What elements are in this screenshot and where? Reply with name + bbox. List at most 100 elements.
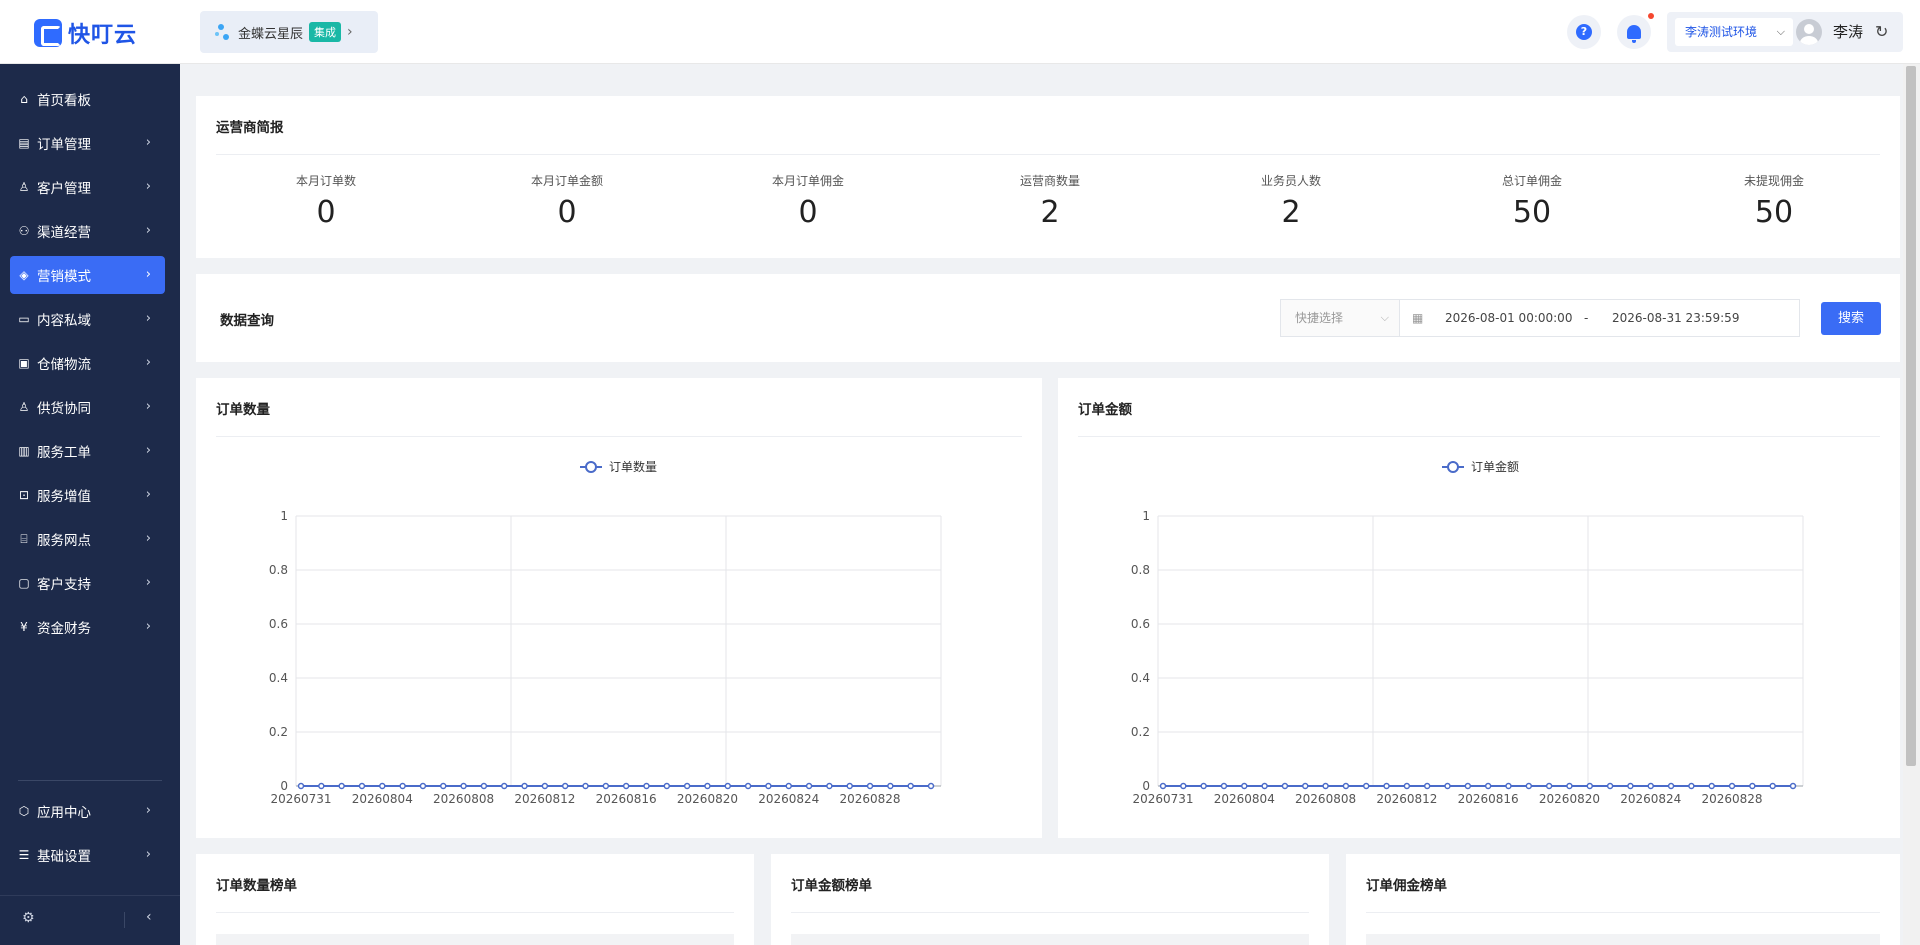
- data-point: [419, 782, 427, 790]
- sidebar-item-finance[interactable]: ¥ 资金财务 ›: [10, 608, 165, 646]
- divider: [1078, 436, 1880, 437]
- legend-label: 订单数量: [609, 459, 657, 474]
- data-point: [1302, 782, 1309, 790]
- chevron-down-icon: ⌵: [1380, 311, 1389, 324]
- document-icon: ▤: [18, 136, 30, 150]
- sidebar-item-content[interactable]: ▭ 内容私域 ›: [10, 300, 165, 338]
- data-point: [846, 782, 853, 790]
- notification-button[interactable]: [1617, 15, 1651, 49]
- data-point: [582, 782, 589, 790]
- data-point: [521, 782, 528, 790]
- date-range-picker[interactable]: ▦ 2026-08-01 00:00:00 - 2026-08-31 23:59…: [1400, 299, 1800, 337]
- data-point: [1566, 782, 1573, 790]
- sidebar-item-orders[interactable]: ▤ 订单管理 ›: [10, 124, 165, 162]
- sidebar-item-label: 营销模式: [37, 269, 91, 285]
- page-scrollbar-thumb[interactable]: [1906, 66, 1916, 766]
- chevron-right-icon: ›: [145, 267, 151, 282]
- x-tick-label: 20260808: [433, 792, 494, 806]
- sidebar-item-support[interactable]: ▢ 客户支持 ›: [10, 564, 165, 602]
- sidebar-item-warehouse[interactable]: ▣ 仓储物流 ›: [10, 344, 165, 382]
- search-button[interactable]: 搜索: [1821, 302, 1881, 335]
- data-point: [1281, 782, 1289, 790]
- logo-icon: [34, 19, 62, 47]
- channel-icon: ⚇: [18, 224, 30, 238]
- sidebar-item-label: 客户管理: [37, 181, 91, 197]
- chevron-right-icon: ›: [145, 399, 151, 414]
- data-point: [805, 782, 813, 790]
- stat-unwithdrawn-commission: 未提现佣金 50: [1694, 172, 1854, 230]
- sidebar-item-label: 服务增值: [37, 489, 91, 505]
- x-tick-label: 20260824: [1620, 792, 1681, 806]
- sidebar-item-app-center[interactable]: ⬡ 应用中心 ›: [10, 792, 165, 830]
- data-point: [927, 782, 935, 790]
- avatar[interactable]: [1796, 19, 1822, 45]
- stat-value: 0: [557, 195, 577, 230]
- end-date[interactable]: 2026-08-31 23:59:59: [1612, 300, 1739, 336]
- data-point: [1749, 782, 1756, 790]
- data-point: [1484, 782, 1492, 790]
- environment-select[interactable]: 李涛测试环境 ⌵: [1675, 18, 1793, 46]
- refresh-icon[interactable]: ↻: [1875, 12, 1888, 52]
- y-tick-label: 1: [280, 509, 288, 523]
- y-tick-label: 1: [1142, 509, 1150, 523]
- user-name[interactable]: 李涛: [1833, 12, 1863, 52]
- collapse-sidebar-icon[interactable]: ‹: [146, 909, 152, 925]
- x-tick-label: 20260820: [677, 792, 738, 806]
- app-logo[interactable]: 快叮云: [34, 17, 137, 49]
- support-icon: ▢: [18, 576, 30, 590]
- quick-select-dropdown[interactable]: 快捷选择 ⌵: [1280, 299, 1400, 337]
- chevron-right-icon: ›: [145, 223, 151, 238]
- order-count-ranking-card: 订单数量榜单: [196, 854, 754, 945]
- data-point: [1728, 782, 1736, 790]
- ranking-placeholder: [216, 934, 734, 945]
- sidebar-item-label: 服务网点: [37, 533, 91, 549]
- chevron-right-icon: ›: [145, 179, 151, 194]
- sidebar-item-label: 基础设置: [37, 849, 91, 865]
- sidebar-item-channels[interactable]: ⚇ 渠道经营 ›: [10, 212, 165, 250]
- data-point: [1362, 782, 1370, 790]
- data-point: [866, 782, 874, 790]
- data-point: [663, 782, 671, 790]
- data-point: [1586, 782, 1594, 790]
- sidebar-item-service-tickets[interactable]: ▥ 服务工单 ›: [10, 432, 165, 470]
- stat-monthly-amount: 本月订单金额 0: [487, 172, 647, 230]
- sidebar-item-supply[interactable]: ♙ 供货协同 ›: [10, 388, 165, 426]
- supply-icon: ♙: [18, 400, 30, 414]
- divider: [1366, 912, 1880, 913]
- data-point: [1789, 782, 1797, 790]
- stat-label: 运营商数量: [1019, 174, 1080, 188]
- divider: [216, 154, 1880, 155]
- stat-operator-count: 运营商数量 2: [970, 172, 1130, 230]
- data-point: [785, 782, 792, 790]
- ranking-placeholder: [791, 934, 1309, 945]
- help-button[interactable]: ?: [1567, 15, 1601, 49]
- stat-label: 未提现佣金: [1743, 174, 1804, 188]
- integration-badge[interactable]: 金蝶云星辰 集成 ›: [200, 11, 378, 53]
- y-tick-label: 0.2: [1131, 725, 1150, 739]
- sidebar-item-settings[interactable]: ☰ 基础设置 ›: [10, 836, 165, 874]
- data-point: [1545, 782, 1553, 790]
- data-point: [399, 782, 406, 790]
- yen-icon: ¥: [20, 620, 28, 634]
- sidebar-item-marketing[interactable]: ◈ 营销模式 ›: [10, 256, 165, 294]
- ranking-placeholder: [1366, 934, 1880, 945]
- data-point: [1505, 782, 1512, 790]
- stat-value: 0: [798, 195, 818, 230]
- x-tick-label: 20260824: [758, 792, 819, 806]
- sidebar: ⌂ 首页看板 ▤ 订单管理 › ♙ 客户管理 › ⚇ 渠道经营 › ◈ 营销模式…: [0, 64, 180, 945]
- sidebar-item-dashboard[interactable]: ⌂ 首页看板: [10, 80, 165, 118]
- sidebar-item-value-added[interactable]: ⊡ 服务增值 ›: [10, 476, 165, 514]
- sidebar-item-service-points[interactable]: ⌸ 服务网点 ›: [10, 520, 165, 558]
- ticket-icon: ▥: [18, 444, 30, 458]
- x-tick-label: 20260804: [352, 792, 413, 806]
- sidebar-item-customers[interactable]: ♙ 客户管理 ›: [10, 168, 165, 206]
- gear-icon[interactable]: ⚙: [22, 910, 35, 926]
- chevron-right-icon: ›: [347, 24, 353, 40]
- start-date[interactable]: 2026-08-01 00:00:00: [1445, 300, 1572, 336]
- divider: [791, 912, 1309, 913]
- stat-label: 本月订单数: [295, 174, 356, 188]
- integration-tag: 集成: [309, 22, 342, 42]
- data-point: [704, 782, 711, 790]
- x-tick-label: 20260812: [514, 792, 575, 806]
- card-title: 数据查询: [220, 313, 274, 329]
